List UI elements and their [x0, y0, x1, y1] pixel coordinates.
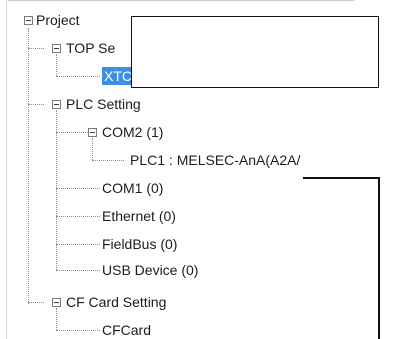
- tree-line: [56, 110, 57, 270]
- tree-node-label: Project: [36, 12, 80, 28]
- tree-node-label: XTC: [102, 67, 134, 85]
- callout-line: [303, 177, 380, 179]
- tree-node-label: CF Card Setting: [66, 294, 167, 310]
- tree-line-root: [28, 28, 29, 304]
- tree-line: [56, 270, 100, 271]
- tree-node-label: COM1 (0): [102, 180, 164, 196]
- tree-node-label: USB Device (0): [102, 262, 199, 278]
- tree-line: [56, 76, 100, 77]
- collapse-icon[interactable]: [24, 16, 33, 25]
- tree-line: [56, 244, 100, 245]
- collapse-icon[interactable]: [52, 100, 61, 109]
- tree-node-label: COM2 (1): [102, 124, 164, 140]
- tree-line: [56, 54, 57, 76]
- tree-line: [28, 104, 44, 105]
- tree-line: [56, 188, 100, 189]
- tree-line: [56, 308, 57, 330]
- tree-line: [56, 216, 100, 217]
- tree-node-label: TOP Se: [66, 40, 116, 56]
- tree-line: [56, 132, 88, 133]
- callout-line: [378, 177, 380, 339]
- tree-line: [92, 160, 124, 161]
- tree-node-label: PLC1 : MELSEC-AnA(A2A/: [130, 152, 301, 168]
- collapse-icon[interactable]: [52, 44, 61, 53]
- tree-line: [28, 48, 44, 49]
- tree-node-label: CFCard: [102, 322, 152, 338]
- tree-line: [28, 302, 44, 303]
- collapse-icon[interactable]: [88, 128, 97, 137]
- callout-box: [131, 16, 379, 88]
- tree-line: [92, 138, 93, 160]
- tree-node-label: Ethernet (0): [102, 208, 176, 224]
- tree-line: [56, 330, 100, 331]
- tree-node-label: FieldBus (0): [102, 236, 178, 252]
- tree-node-label: PLC Setting: [66, 96, 141, 112]
- collapse-icon[interactable]: [52, 298, 61, 307]
